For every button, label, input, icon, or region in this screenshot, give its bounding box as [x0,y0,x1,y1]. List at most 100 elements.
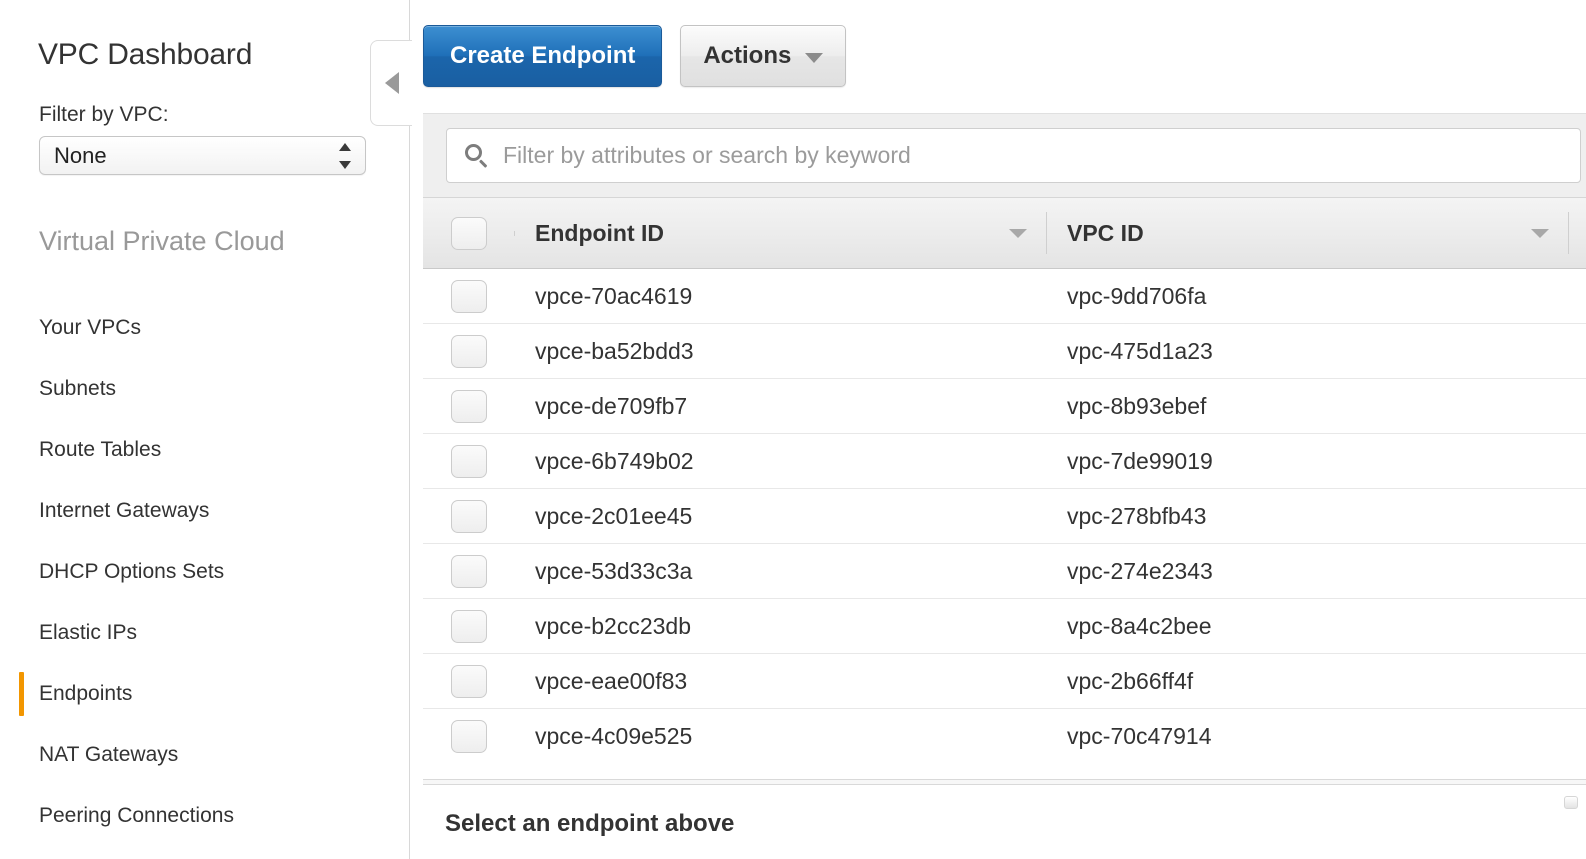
table-row[interactable]: vpce-6b749b02 vpc-7de99019 c [423,434,1586,489]
cell-endpoint-id: vpce-de709fb7 [515,379,1047,433]
cell-endpoint-id: vpce-4c09e525 [515,709,1047,764]
cell-endpoint-id: vpce-eae00f83 [515,654,1047,708]
sidebar-item-label: Internet Gateways [39,499,209,523]
actions-button[interactable]: Actions [680,25,846,87]
sidebar-item-label: NAT Gateways [39,743,178,767]
cell-vpc-id: vpc-2b66ff4f [1047,654,1569,708]
vpc-filter-select-wrapper: None [39,136,366,175]
cell-vpc-id: vpc-8b93ebef [1047,379,1569,433]
cell-service: c [1569,489,1586,543]
sidebar-item-label: Peering Connections [39,804,234,828]
scrollbar-nub[interactable] [1564,796,1578,809]
cell-service: c [1569,654,1586,708]
sidebar-item-label: Subnets [39,377,116,401]
cell-endpoint-id: vpce-53d33c3a [515,544,1047,598]
cell-service: c [1569,379,1586,433]
cell-endpoint-id: vpce-b2cc23db [515,599,1047,653]
cell-vpc-id: vpc-7de99019 [1047,434,1569,488]
row-checkbox[interactable] [451,500,487,533]
select-all-cell [423,217,515,250]
cell-endpoint-id: vpce-70ac4619 [515,269,1047,323]
sidebar-item-dhcp-options-sets[interactable]: DHCP Options Sets [0,541,410,602]
chevron-down-icon [805,53,823,63]
row-select-cell [423,610,515,643]
table-row[interactable]: vpce-ba52bdd3 vpc-475d1a23 c [423,324,1586,379]
row-checkbox[interactable] [451,720,487,753]
sidebar-item-elastic-ips[interactable]: Elastic IPs [0,602,410,663]
cell-endpoint-id: vpce-2c01ee45 [515,489,1047,543]
table-body: vpce-70ac4619 vpc-9dd706fa c vpce-ba52bd… [423,269,1586,764]
row-select-cell [423,280,515,313]
row-checkbox[interactable] [451,335,487,368]
actions-button-label: Actions [703,42,791,70]
cell-service: c [1569,269,1586,323]
sidebar-section-heading: Virtual Private Cloud [39,226,285,257]
sidebar-item-label: Your VPCs [39,316,141,340]
row-select-cell [423,665,515,698]
search-input[interactable]: Filter by attributes or search by keywor… [446,128,1581,183]
row-checkbox[interactable] [451,610,487,643]
sort-caret-icon [1531,229,1549,238]
sort-caret-icon [1009,229,1027,238]
cell-service: c [1569,599,1586,653]
select-all-checkbox[interactable] [451,217,487,250]
create-endpoint-button[interactable]: Create Endpoint [423,25,662,87]
cell-endpoint-id: vpce-6b749b02 [515,434,1047,488]
row-select-cell [423,335,515,368]
cell-vpc-id: vpc-278bfb43 [1047,489,1569,543]
row-select-cell [423,720,515,753]
cell-endpoint-id: vpce-ba52bdd3 [515,324,1047,378]
sidebar-item-label: DHCP Options Sets [39,560,224,584]
sidebar-item-label: Endpoints [39,682,132,706]
table-row[interactable]: vpce-eae00f83 vpc-2b66ff4f c [423,654,1586,709]
row-checkbox[interactable] [451,665,487,698]
sidebar-item-internet-gateways[interactable]: Internet Gateways [0,480,410,541]
cell-service: c [1569,324,1586,378]
sidebar-item-label: Route Tables [39,438,161,462]
detail-panel-title: Select an endpoint above [445,810,734,838]
row-select-cell [423,500,515,533]
sidebar-item-your-vpcs[interactable]: Your VPCs [0,297,410,358]
cell-service: c [1569,434,1586,488]
stepper-arrows-icon [339,143,351,169]
row-checkbox[interactable] [451,555,487,588]
column-header-service[interactable]: S [1569,198,1586,268]
vpc-filter-value: None [54,143,107,169]
sidebar-item-peering-connections[interactable]: Peering Connections [0,785,410,846]
detail-panel: Select an endpoint above [423,790,1586,859]
page-title: VPC Dashboard [38,38,252,72]
cell-vpc-id: vpc-70c47914 [1047,709,1569,764]
table-row[interactable]: vpce-b2cc23db vpc-8a4c2bee c [423,599,1586,654]
table-row[interactable]: vpce-de709fb7 vpc-8b93ebef c [423,379,1586,434]
table-row[interactable]: vpce-53d33c3a vpc-274e2343 c [423,544,1586,599]
row-checkbox[interactable] [451,445,487,478]
vpc-endpoints-page: VPC Dashboard Filter by VPC: None Virtua… [0,0,1586,859]
table-row[interactable]: vpce-2c01ee45 vpc-278bfb43 c [423,489,1586,544]
table-row[interactable]: vpce-70ac4619 vpc-9dd706fa c [423,269,1586,324]
table-row[interactable]: vpce-4c09e525 vpc-70c47914 c [423,709,1586,764]
column-header-endpoint-id[interactable]: Endpoint ID [515,198,1047,268]
collapse-left-icon[interactable] [370,40,412,126]
toolbar: Create Endpoint Actions [423,25,846,87]
sidebar-item-subnets[interactable]: Subnets [0,358,410,419]
sidebar-item-route-tables[interactable]: Route Tables [0,419,410,480]
row-checkbox[interactable] [451,280,487,313]
column-header-label: VPC ID [1067,220,1503,247]
sidebar-nav: Your VPCs Subnets Route Tables Internet … [0,297,410,846]
search-band: Filter by attributes or search by keywor… [423,113,1586,197]
table-header-row: Endpoint ID VPC ID S [423,197,1586,269]
row-checkbox[interactable] [451,390,487,423]
column-header-vpc-id[interactable]: VPC ID [1047,198,1569,268]
main-content: Create Endpoint Actions Filter by attrib… [411,0,1586,859]
cell-vpc-id: vpc-475d1a23 [1047,324,1569,378]
triangle-left-icon [385,72,399,94]
cell-service: c [1569,709,1586,764]
sidebar-item-label: Elastic IPs [39,621,137,645]
search-placeholder: Filter by attributes or search by keywor… [503,142,911,169]
sidebar-item-nat-gateways[interactable]: NAT Gateways [0,724,410,785]
cell-service: c [1569,544,1586,598]
column-header-label: Endpoint ID [535,220,981,247]
vpc-filter-select[interactable]: None [39,136,366,175]
sidebar-item-endpoints[interactable]: Endpoints [0,663,410,724]
cell-vpc-id: vpc-274e2343 [1047,544,1569,598]
